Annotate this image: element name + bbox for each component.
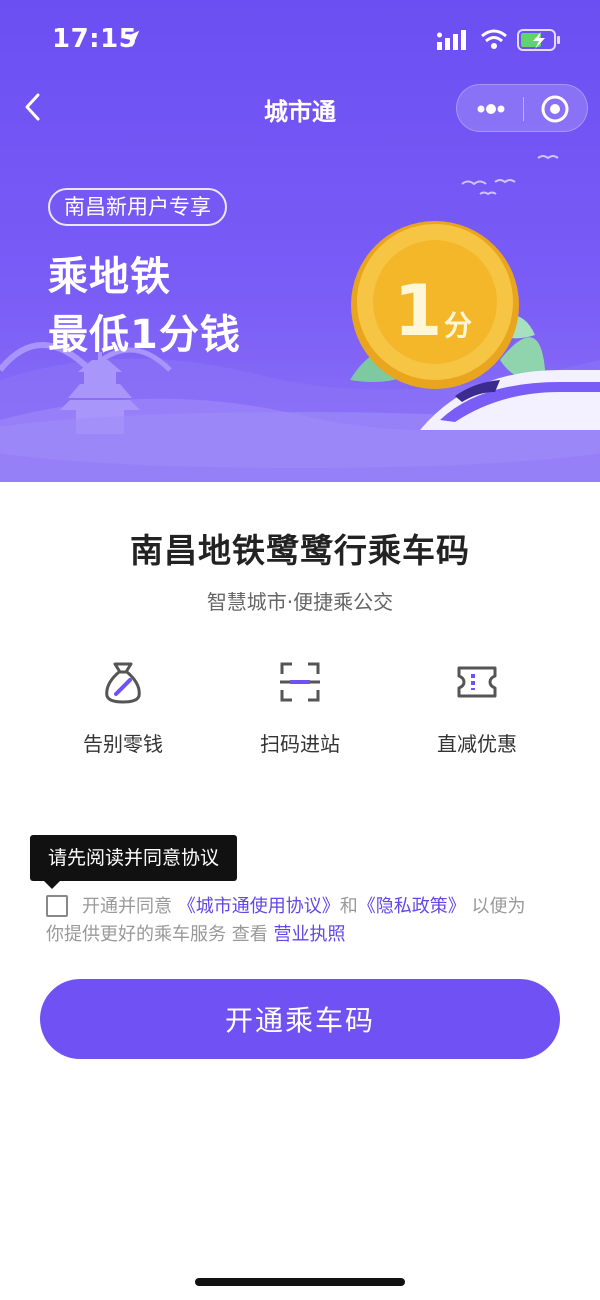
service-title: 南昌地铁鹭鹭行乘车码 [130,531,470,570]
agreement-text-line1: 开通并同意 《城市通使用协议》和《隐私政策》 以便为 [82,893,525,921]
agreement-and: 和 [339,896,358,917]
business-license-link[interactable]: 营业执照 [273,924,345,945]
promo-headline-line2: 最低1分钱 [48,312,241,358]
agreement-text-line2: 你提供更好的乘车服务 查看 营业执照 [46,921,345,949]
agree-checkbox[interactable] [46,895,68,917]
hero-banner: 1 分 17:15 城市通 南昌新用户专享 乘地铁 最低1分钱 [0,0,600,482]
terms-link[interactable]: 《城市通使用协议》 [178,896,340,917]
cellular-signal-icon [437,30,466,50]
activate-ride-code-button[interactable]: 开通乘车码 [40,979,560,1059]
agreement-suffix: 以便为 [471,896,526,917]
more-dots-icon[interactable] [471,95,511,123]
agreement-prefix: 开通并同意 [82,896,172,917]
money-bag-icon [105,662,141,704]
status-bar: 17:15 [0,0,600,80]
wifi-icon [481,29,507,49]
miniprogram-capsule [456,84,588,132]
scan-icon [280,662,320,702]
location-arrow-icon [122,30,140,48]
feature-no-change: 告别零钱 [48,658,198,757]
promo-tag: 南昌新用户专享 [48,188,227,226]
feature-scan-enter: 扫码进站 [225,658,375,757]
tooltip-arrow [44,881,60,889]
close-miniprogram-icon[interactable] [539,93,571,125]
ticket-icon [457,666,497,698]
promo-headline-line1: 乘地铁 [48,254,171,300]
svg-text:1: 1 [394,270,443,352]
home-indicator [195,1278,405,1286]
agree-tooltip: 请先阅读并同意协议 [30,835,238,881]
feature-discount: 直减优惠 [402,658,552,757]
feature-label: 告别零钱 [83,732,163,756]
agreement-line2: 你提供更好的乘车服务 查看 [46,924,268,945]
battery-charging-icon [517,29,560,51]
svg-text:分: 分 [444,309,472,342]
privacy-link[interactable]: 《隐私政策》 [358,896,466,917]
capsule-divider [523,97,524,121]
service-subtitle: 智慧城市·便捷乘公交 [206,590,394,614]
feature-label: 扫码进站 [260,732,340,756]
feature-label: 直减优惠 [437,732,517,756]
navigation-bar: 城市通 [0,80,600,136]
